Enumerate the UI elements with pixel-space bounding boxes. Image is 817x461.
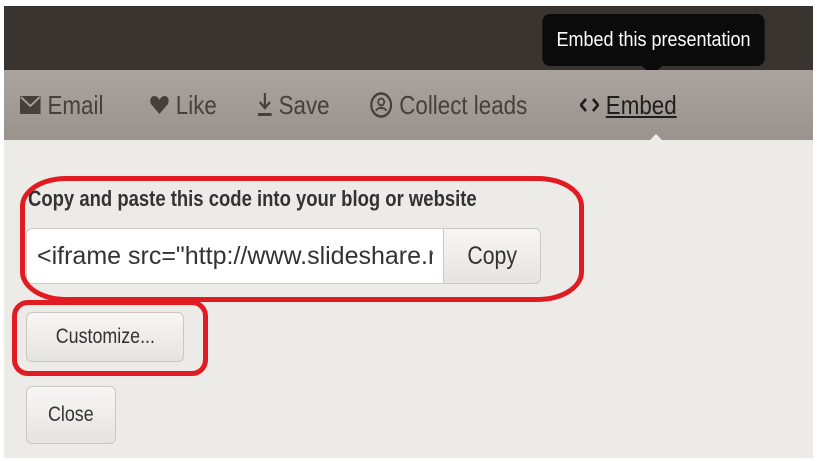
save-button[interactable]: Save bbox=[258, 70, 330, 140]
envelope-icon bbox=[20, 96, 41, 114]
email-label: Email bbox=[47, 89, 104, 120]
collect-leads-button[interactable]: Collect leads bbox=[370, 70, 527, 140]
like-label: Like bbox=[175, 89, 217, 120]
customize-label: Customize... bbox=[55, 325, 155, 348]
embed-code-input[interactable] bbox=[26, 228, 443, 284]
close-button[interactable]: Close bbox=[26, 386, 116, 444]
embed-panel: Copy and paste this code into your blog … bbox=[4, 140, 813, 458]
close-label: Close bbox=[48, 403, 94, 426]
code-icon bbox=[580, 97, 599, 113]
download-icon bbox=[258, 93, 272, 116]
leads-icon bbox=[370, 92, 393, 118]
collect-leads-label: Collect leads bbox=[399, 89, 528, 120]
embed-dialog: Embed this presentation Email Like Save bbox=[4, 6, 813, 458]
embed-button[interactable]: Embed bbox=[580, 70, 677, 140]
instruction-text: Copy and paste this code into your blog … bbox=[28, 186, 477, 211]
heart-icon bbox=[150, 96, 169, 114]
share-toolbar: Email Like Save Collect leads Embed bbox=[4, 70, 813, 140]
customize-button[interactable]: Customize... bbox=[26, 312, 184, 362]
email-button[interactable]: Email bbox=[20, 70, 103, 140]
save-label: Save bbox=[278, 89, 330, 120]
like-button[interactable]: Like bbox=[150, 70, 217, 140]
embed-label: Embed bbox=[605, 89, 677, 120]
copy-label: Copy bbox=[467, 241, 517, 270]
embed-tooltip: Embed this presentation bbox=[542, 14, 765, 66]
copy-button[interactable]: Copy bbox=[443, 228, 541, 284]
